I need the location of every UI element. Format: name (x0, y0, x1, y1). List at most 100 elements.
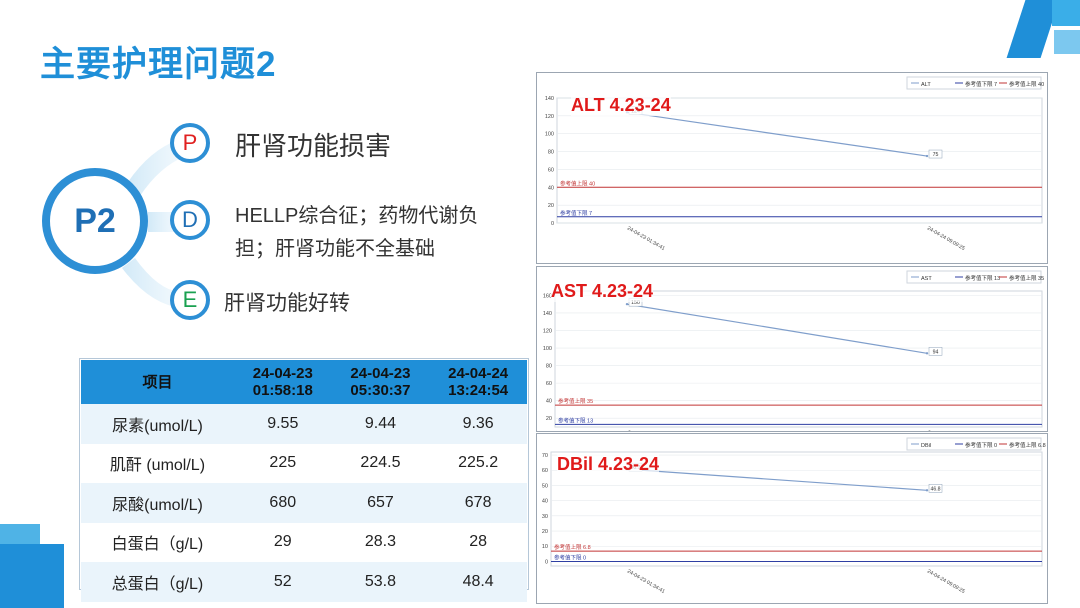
cell-value: 657 (331, 483, 430, 523)
decor-block (0, 524, 40, 544)
table-row: 总蛋白（g/L) 52 53.8 48.4 (81, 562, 527, 602)
reference-label: 参考值上限 40 (560, 179, 595, 187)
col-header-text: 24-04-23 05:30:37 (350, 365, 411, 399)
row-label: 尿酸(umol/L) (81, 483, 234, 523)
table-row: 肌酐 (umol/L) 225 224.5 225.2 (81, 443, 527, 483)
chart-title: AST 4.23-24 (551, 281, 654, 302)
legend-label: ALT (921, 82, 931, 88)
legend-label: 参考值上限 35 (1009, 274, 1044, 282)
y-tick-label: 40 (546, 399, 552, 405)
row-label: 尿素(umol/L) (81, 404, 234, 444)
y-tick-label: 40 (548, 185, 554, 191)
cell-value: 225.2 (429, 443, 527, 483)
data-point (925, 352, 929, 355)
col-header-text: 24-04-23 01:58:18 (252, 365, 313, 399)
decor-block (0, 544, 64, 608)
x-tick-label: 24-04-24 09:09:25 (926, 430, 966, 431)
reference-label: 参考值上限 35 (558, 397, 593, 405)
reference-label: 参考值下限 0 (554, 553, 586, 561)
table-row: 尿酸(umol/L) 680 657 678 (81, 483, 527, 523)
x-tick-label: 24-04-24 09:09:25 (926, 226, 966, 252)
y-tick-label: 70 (542, 453, 548, 459)
row-label: 总蛋白（g/L) (81, 562, 234, 602)
cell-value: 9.36 (429, 404, 527, 444)
cell-value: 9.55 (233, 404, 332, 444)
y-tick-label: 80 (548, 150, 554, 156)
decor-block (1054, 30, 1080, 54)
node-d-icon: D (170, 200, 210, 240)
data-label: 46.8 (930, 486, 940, 492)
row-label: 白蛋白（g/L) (81, 522, 234, 562)
reference-label: 参考值下限 13 (558, 416, 593, 424)
x-tick-label: 24-04-24 09:09:25 (926, 569, 966, 595)
chart-legend: DBil 参考值下限 0 参考值上限 6.8 (906, 437, 1046, 451)
y-tick-label: 60 (542, 468, 548, 474)
y-tick-label: 20 (546, 416, 552, 422)
cell-value: 678 (429, 483, 527, 523)
chart-legend: AST 参考值下限 13 参考值上限 35 (906, 270, 1044, 284)
cell-value: 53.8 (331, 562, 430, 602)
y-tick-label: 100 (545, 132, 554, 138)
y-tick-label: 60 (546, 381, 552, 387)
reference-label: 参考值上限 6.8 (554, 543, 591, 551)
decor-block (1052, 0, 1080, 26)
table-row: 尿素(umol/L) 9.55 9.44 9.36 (81, 404, 527, 444)
chart-title: ALT 4.23-24 (571, 95, 671, 116)
evaluation-text: 肝肾功能好转 (224, 292, 350, 315)
y-tick-label: 10 (542, 544, 548, 550)
y-tick-label: 140 (545, 96, 554, 102)
row-label: 肌酐 (umol/L) (81, 443, 234, 483)
x-tick-label: 24-04-23 01:34:41 (626, 226, 666, 252)
x-tick-label: 24-04-23 01:34:41 (626, 569, 666, 595)
y-tick-label: 140 (543, 311, 552, 317)
y-tick-label: 80 (546, 364, 552, 370)
legend-label: 参考值下限 0 (965, 441, 997, 449)
chart-legend: ALT 参考值下限 7 参考值上限 40 (906, 76, 1044, 90)
y-tick-label: 60 (548, 167, 554, 173)
y-tick-label: 120 (545, 114, 554, 120)
plot-area (556, 97, 1043, 224)
cell-value: 224.5 (331, 443, 430, 483)
legend-label: 参考值上限 6.8 (1009, 441, 1046, 449)
y-tick-label: 50 (542, 483, 548, 489)
legend-label: AST (921, 276, 932, 282)
node-p-icon: P (170, 123, 210, 163)
data-point (625, 302, 629, 306)
y-tick-label: 40 (542, 499, 548, 505)
plot-area (554, 290, 1043, 428)
y-tick-label: 0 (545, 559, 548, 565)
cell-value: 225 (233, 443, 332, 483)
problem-text: 肝肾功能损害 (235, 131, 392, 161)
y-tick-label: 30 (542, 514, 548, 520)
data-label: 94 (933, 349, 939, 355)
cell-value: 9.44 (331, 404, 430, 444)
cell-value: 48.4 (429, 562, 527, 602)
cell-value: 52 (233, 562, 332, 602)
col-header-text: 24-04-24 13:24:54 (448, 365, 509, 399)
data-point (925, 489, 929, 492)
data-label: 75 (933, 152, 939, 158)
legend-label: 参考值上限 40 (1009, 80, 1044, 88)
legend-label: 参考值下限 7 (965, 80, 997, 88)
col-header: 24-04-23 05:30:37 (331, 360, 430, 404)
y-tick-label: 120 (543, 328, 552, 334)
col-header: 项目 (81, 360, 234, 404)
col-header: 24-04-24 13:24:54 (429, 360, 527, 404)
data-point (925, 154, 929, 158)
table-row: 白蛋白（g/L) 29 28.3 28 (81, 522, 527, 562)
cell-value: 28.3 (331, 522, 430, 562)
lab-table: 项目 24-04-23 01:58:18 24-04-23 05:30:37 24-… (81, 360, 527, 602)
y-tick-label: 100 (543, 346, 552, 352)
cell-value: 28 (429, 522, 527, 562)
x-tick-label: 24-04-23 01:34:41 (626, 430, 666, 431)
chart-panel-ast: AST 参考值下限 13 参考值上限 35 20 40 60 80 100 120 140 160 参… (536, 266, 1048, 432)
chart-panel-alt: ALT 参考值下限 7 参考值上限 40 0 20 40 60 80 100 120 140 参考值下… (536, 72, 1048, 264)
node-e-icon: E (170, 280, 210, 320)
cell-value: 680 (233, 483, 332, 523)
table-header-row: 项目 24-04-23 01:58:18 24-04-23 05:30:37 24-… (81, 360, 527, 404)
y-tick-label: 0 (551, 221, 554, 227)
cell-value: 29 (233, 522, 332, 562)
legend-label: DBil (921, 443, 931, 449)
reference-label: 参考值下限 7 (560, 209, 592, 217)
problem-hub: P2 (42, 168, 148, 274)
